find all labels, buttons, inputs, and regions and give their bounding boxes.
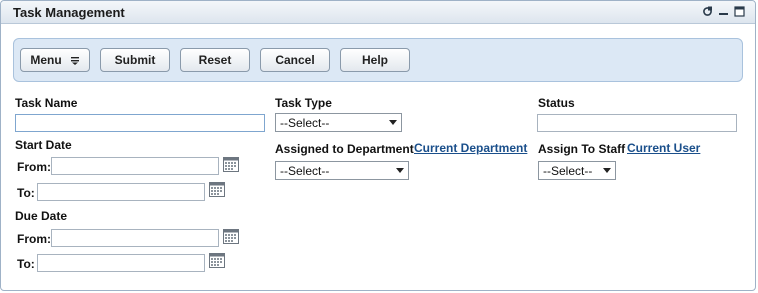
- maximize-icon[interactable]: [734, 6, 745, 17]
- submit-button[interactable]: Submit: [100, 48, 170, 72]
- start-date-to-input[interactable]: [37, 183, 205, 201]
- staff-selected: --Select--: [543, 163, 593, 178]
- refresh-icon[interactable]: [702, 6, 713, 17]
- menu-list-icon: [70, 56, 79, 65]
- department-select[interactable]: --Select--: [275, 161, 409, 180]
- task-name-input[interactable]: [15, 114, 265, 132]
- current-user-link[interactable]: Current User: [627, 141, 700, 155]
- due-date-to-input[interactable]: [37, 254, 205, 272]
- start-date-to-label: To:: [17, 186, 35, 200]
- action-toolbar: Menu Submit Reset Cancel Help: [13, 38, 743, 82]
- panel-title: Task Management: [13, 5, 125, 20]
- start-date-label: Start Date: [15, 138, 72, 152]
- department-selected: --Select--: [280, 163, 330, 178]
- department-label: Assigned to Department: [275, 142, 414, 156]
- current-department-link[interactable]: Current Department: [414, 141, 527, 155]
- calendar-icon[interactable]: [209, 253, 225, 268]
- task-management-panel: Task Management Menu Submit Reset Cancel…: [0, 0, 756, 291]
- due-date-from-label: From:: [17, 232, 51, 246]
- task-type-select[interactable]: --Select--: [275, 113, 402, 132]
- calendar-icon[interactable]: [223, 229, 239, 244]
- due-date-from-input[interactable]: [51, 229, 219, 247]
- status-input[interactable]: [537, 114, 737, 132]
- start-date-from-input[interactable]: [51, 157, 219, 175]
- due-date-label: Due Date: [15, 209, 68, 223]
- menu-button[interactable]: Menu: [20, 48, 90, 72]
- cancel-button[interactable]: Cancel: [260, 48, 330, 72]
- staff-select[interactable]: --Select--: [538, 161, 616, 180]
- reset-button[interactable]: Reset: [180, 48, 250, 72]
- calendar-icon[interactable]: [209, 182, 225, 197]
- assign-staff-label: Assign To Staff: [538, 142, 626, 156]
- status-label: Status: [538, 96, 575, 110]
- start-date-from-label: From:: [17, 160, 51, 174]
- window-controls: [702, 6, 745, 17]
- task-type-selected: --Select--: [280, 115, 330, 130]
- due-date-to-label: To:: [17, 257, 35, 271]
- task-name-label: Task Name: [15, 96, 78, 110]
- chevron-down-icon: [389, 120, 397, 125]
- chevron-down-icon: [603, 168, 611, 173]
- chevron-down-icon: [396, 168, 404, 173]
- minimize-icon[interactable]: [718, 6, 729, 17]
- panel-titlebar: Task Management: [1, 1, 755, 24]
- menu-button-label: Menu: [30, 53, 62, 67]
- task-type-label: Task Type: [275, 96, 332, 110]
- calendar-icon[interactable]: [223, 157, 239, 172]
- help-button[interactable]: Help: [340, 48, 410, 72]
